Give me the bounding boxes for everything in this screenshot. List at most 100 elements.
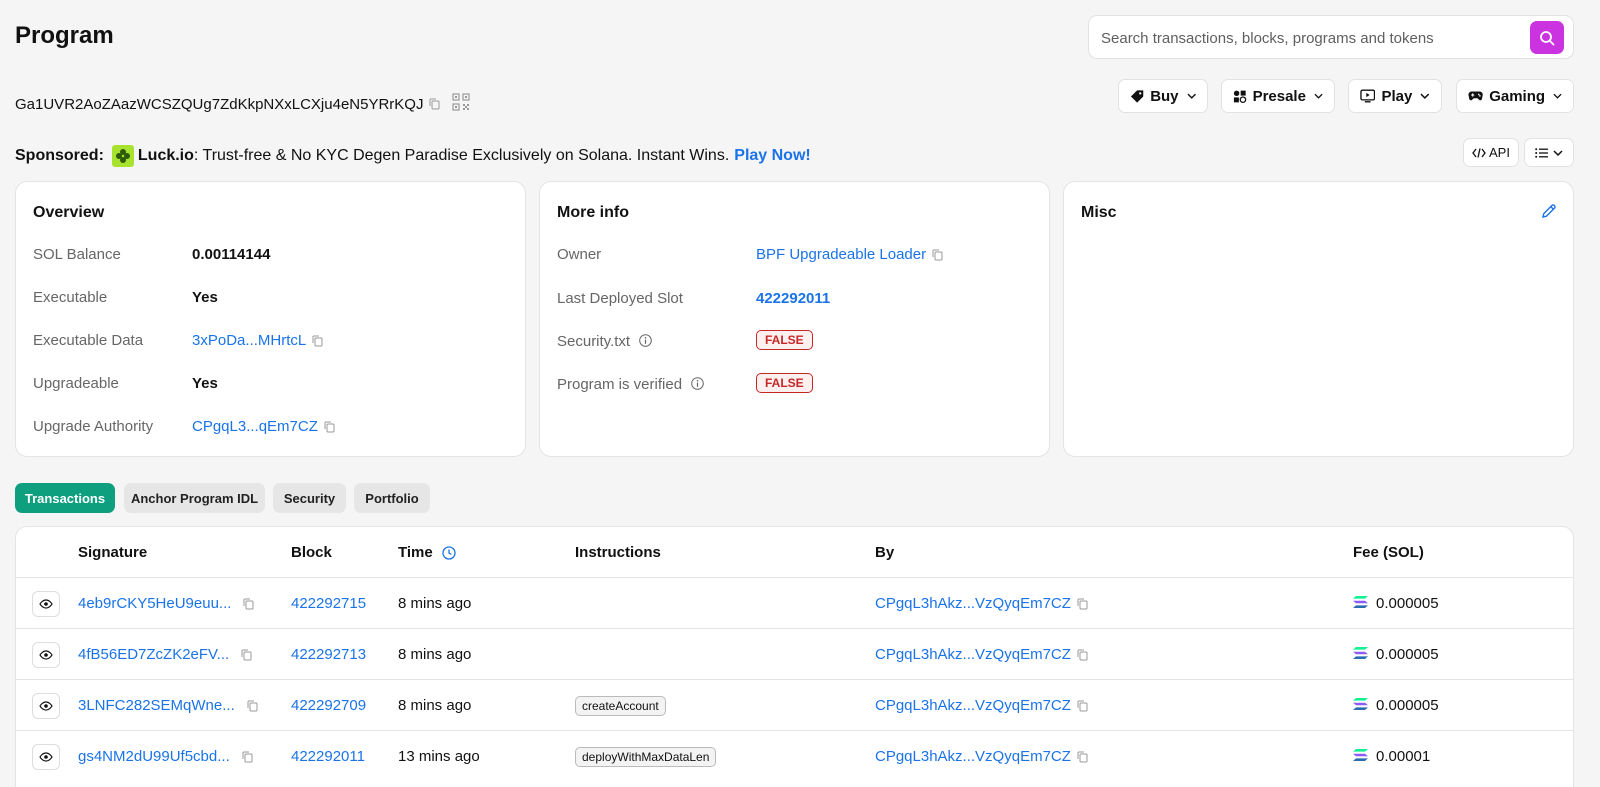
block-link[interactable]: 422292011 bbox=[291, 731, 365, 782]
eye-icon[interactable] bbox=[32, 590, 60, 617]
executable-data-value: 3xPoDa...MHrtcL bbox=[192, 332, 323, 349]
executable-value: Yes bbox=[192, 289, 218, 306]
signature-link[interactable]: 3LNFC282SEMqWne... bbox=[78, 697, 235, 714]
api-button[interactable]: API bbox=[1463, 138, 1519, 167]
executable-data-link[interactable]: 3xPoDa...MHrtcL bbox=[192, 332, 306, 349]
copy-icon[interactable] bbox=[1077, 649, 1088, 661]
eye-icon[interactable] bbox=[32, 641, 60, 668]
tab-transactions[interactable]: Transactions bbox=[15, 483, 115, 513]
copy-icon[interactable] bbox=[932, 249, 943, 261]
signature-link[interactable]: 4fB56ED7ZcZK2eFV... bbox=[78, 646, 229, 663]
tab-anchor-program-idl[interactable]: Anchor Program IDL bbox=[124, 483, 265, 513]
block-link[interactable]: 422292715 bbox=[291, 578, 366, 629]
fee-value: 0.00001 bbox=[1376, 748, 1431, 765]
fee-value: 0.000005 bbox=[1376, 595, 1439, 612]
instruction-badge: deployWithMaxDataLen bbox=[575, 746, 717, 767]
copy-icon[interactable] bbox=[324, 421, 335, 433]
last-deployed-slot-link[interactable]: 422292011 bbox=[756, 290, 830, 307]
copy-icon[interactable] bbox=[241, 649, 252, 661]
gaming-dropdown[interactable]: Gaming bbox=[1456, 79, 1574, 113]
program-verified-label: Program is verified bbox=[557, 376, 705, 394]
misc-card: Misc bbox=[1063, 181, 1574, 457]
list-view-dropdown[interactable] bbox=[1524, 138, 1574, 167]
by-link[interactable]: CPgqL3hAkz...VzQyqEm7CZ bbox=[875, 748, 1071, 765]
play-label: Play bbox=[1381, 87, 1413, 105]
time-value: 8 mins ago bbox=[398, 646, 472, 663]
time-value: 13 mins ago bbox=[398, 748, 480, 765]
sponsor-brand[interactable]: Luck.io bbox=[138, 147, 194, 165]
sol-balance-label: SOL Balance bbox=[33, 246, 121, 263]
owner-link[interactable]: BPF Upgradeable Loader bbox=[756, 246, 926, 263]
block-link[interactable]: 422292709 bbox=[291, 680, 366, 731]
chevron-down-icon bbox=[1553, 93, 1562, 99]
transactions-table: Signature Block Time Instructions By Fee… bbox=[15, 526, 1574, 787]
search-icon bbox=[1540, 30, 1555, 45]
solana-icon bbox=[1353, 646, 1368, 663]
chevron-down-icon bbox=[1420, 93, 1430, 99]
program-address-row: Ga1UVR2AoZAazWCSZQUg7ZdKkpNXxLCXju4eN5YR… bbox=[15, 93, 471, 115]
executable-label: Executable bbox=[33, 289, 108, 306]
code-icon bbox=[1472, 147, 1486, 158]
copy-icon[interactable] bbox=[1077, 751, 1088, 763]
col-block: Block bbox=[291, 544, 332, 561]
program-verified-text: Program is verified bbox=[557, 376, 683, 393]
eye-icon[interactable] bbox=[32, 692, 60, 719]
solana-icon bbox=[1353, 595, 1368, 612]
search-bar bbox=[1088, 15, 1574, 59]
clock-icon[interactable] bbox=[442, 545, 456, 560]
by-link[interactable]: CPgqL3hAkz...VzQyqEm7CZ bbox=[875, 646, 1071, 663]
sponsor-text: : Trust-free & No KYC Degen Paradise Exc… bbox=[193, 147, 730, 164]
table-row: 3LNFC282SEMqWne... 422292709 8 mins ago … bbox=[16, 679, 1573, 730]
tag-icon bbox=[1130, 89, 1144, 103]
gamepad-icon bbox=[1468, 91, 1483, 101]
signature-link[interactable]: gs4NM2dU99Uf5cbd... bbox=[78, 748, 230, 765]
by-link[interactable]: CPgqL3hAkz...VzQyqEm7CZ bbox=[875, 697, 1071, 714]
upgrade-authority-value: CPgqL3...qEm7CZ bbox=[192, 418, 335, 435]
more-info-card: More info Owner BPF Upgradeable Loader L… bbox=[539, 181, 1050, 457]
sol-balance-value: 0.00114144 bbox=[192, 246, 271, 263]
copy-icon[interactable] bbox=[247, 700, 258, 712]
gaming-label: Gaming bbox=[1489, 87, 1546, 105]
col-by: By bbox=[875, 544, 895, 561]
col-time[interactable]: Time bbox=[398, 544, 456, 561]
block-link[interactable]: 422292713 bbox=[291, 629, 366, 680]
tab-security[interactable]: Security bbox=[273, 483, 346, 513]
info-icon[interactable] bbox=[639, 333, 653, 351]
misc-title: Misc bbox=[1081, 204, 1117, 221]
play-dropdown[interactable]: Play bbox=[1348, 79, 1442, 113]
copy-icon[interactable] bbox=[1077, 598, 1088, 610]
solana-icon bbox=[1353, 748, 1368, 765]
edit-pencil-icon[interactable] bbox=[1541, 203, 1557, 223]
copy-icon[interactable] bbox=[1077, 700, 1088, 712]
search-input[interactable] bbox=[1101, 26, 1511, 50]
buy-dropdown[interactable]: Buy bbox=[1118, 79, 1208, 113]
owner-label: Owner bbox=[557, 246, 602, 263]
upgrade-authority-label: Upgrade Authority bbox=[33, 418, 154, 435]
play-icon bbox=[1360, 89, 1376, 103]
sponsored-banner: Sponsored: Luck.io : Trust-free & No KYC… bbox=[15, 145, 811, 167]
page-title: Program bbox=[15, 22, 114, 49]
info-icon[interactable] bbox=[691, 376, 705, 394]
presale-dropdown[interactable]: Presale bbox=[1221, 79, 1335, 113]
copy-icon[interactable] bbox=[243, 598, 254, 610]
more-info-title: More info bbox=[557, 204, 629, 221]
chevron-down-icon bbox=[1314, 93, 1323, 99]
security-txt-text: Security.txt bbox=[557, 333, 631, 350]
time-value: 8 mins ago bbox=[398, 595, 472, 612]
copy-icon[interactable] bbox=[312, 335, 323, 347]
qr-code-icon[interactable] bbox=[452, 93, 471, 115]
program-verified-value: FALSE bbox=[756, 373, 813, 393]
false-badge: FALSE bbox=[756, 330, 813, 350]
presale-icon bbox=[1233, 90, 1247, 103]
play-now-link[interactable]: Play Now! bbox=[734, 147, 810, 165]
copy-icon[interactable] bbox=[242, 751, 253, 763]
search-button[interactable] bbox=[1530, 21, 1564, 54]
copy-icon[interactable] bbox=[429, 98, 440, 110]
fee-value: 0.000005 bbox=[1376, 646, 1439, 663]
by-link[interactable]: CPgqL3hAkz...VzQyqEm7CZ bbox=[875, 595, 1071, 612]
tab-portfolio[interactable]: Portfolio bbox=[354, 483, 430, 513]
upgrade-authority-link[interactable]: CPgqL3...qEm7CZ bbox=[192, 418, 318, 435]
eye-icon[interactable] bbox=[32, 743, 60, 770]
instruction-badge: createAccount bbox=[575, 695, 666, 716]
signature-link[interactable]: 4eb9rCKY5HeU9euu... bbox=[78, 595, 231, 612]
